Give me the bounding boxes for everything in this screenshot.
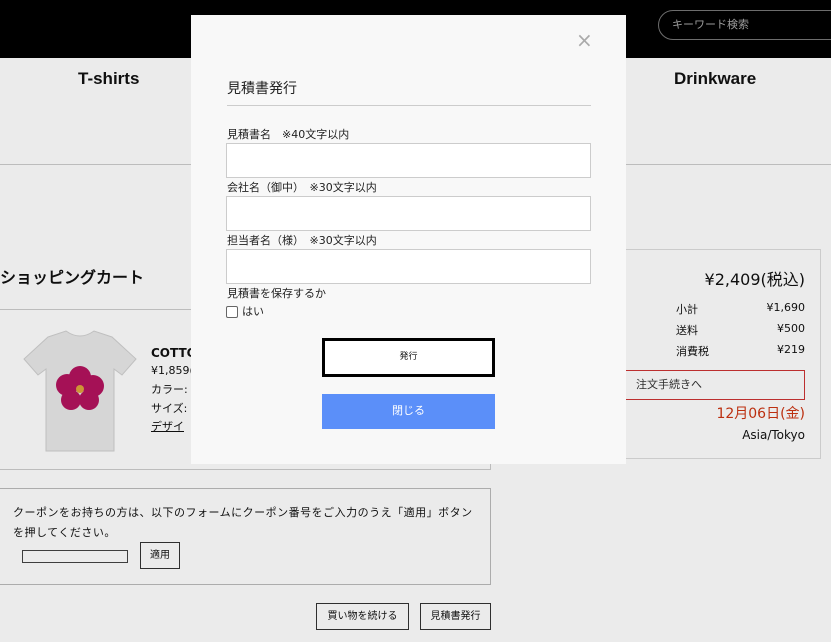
- close-button[interactable]: 閉じる: [322, 394, 495, 429]
- estimate-name-label: 見積書名 ※40文字以内: [227, 128, 350, 141]
- modal-title: 見積書発行: [227, 81, 297, 97]
- close-icon[interactable]: ×: [576, 29, 593, 51]
- contact-name-input[interactable]: [226, 249, 591, 284]
- save-checkbox[interactable]: [226, 306, 238, 318]
- save-checkbox-label: はい: [242, 305, 264, 318]
- divider: [227, 105, 591, 106]
- estimate-name-input[interactable]: [226, 143, 591, 178]
- company-name-label: 会社名（御中） ※30文字以内: [227, 181, 377, 194]
- save-question-label: 見積書を保存するか: [227, 287, 326, 300]
- contact-name-label: 担当者名（様） ※30文字以内: [227, 234, 377, 247]
- issue-button[interactable]: 発行: [322, 338, 495, 377]
- company-name-input[interactable]: [226, 196, 591, 231]
